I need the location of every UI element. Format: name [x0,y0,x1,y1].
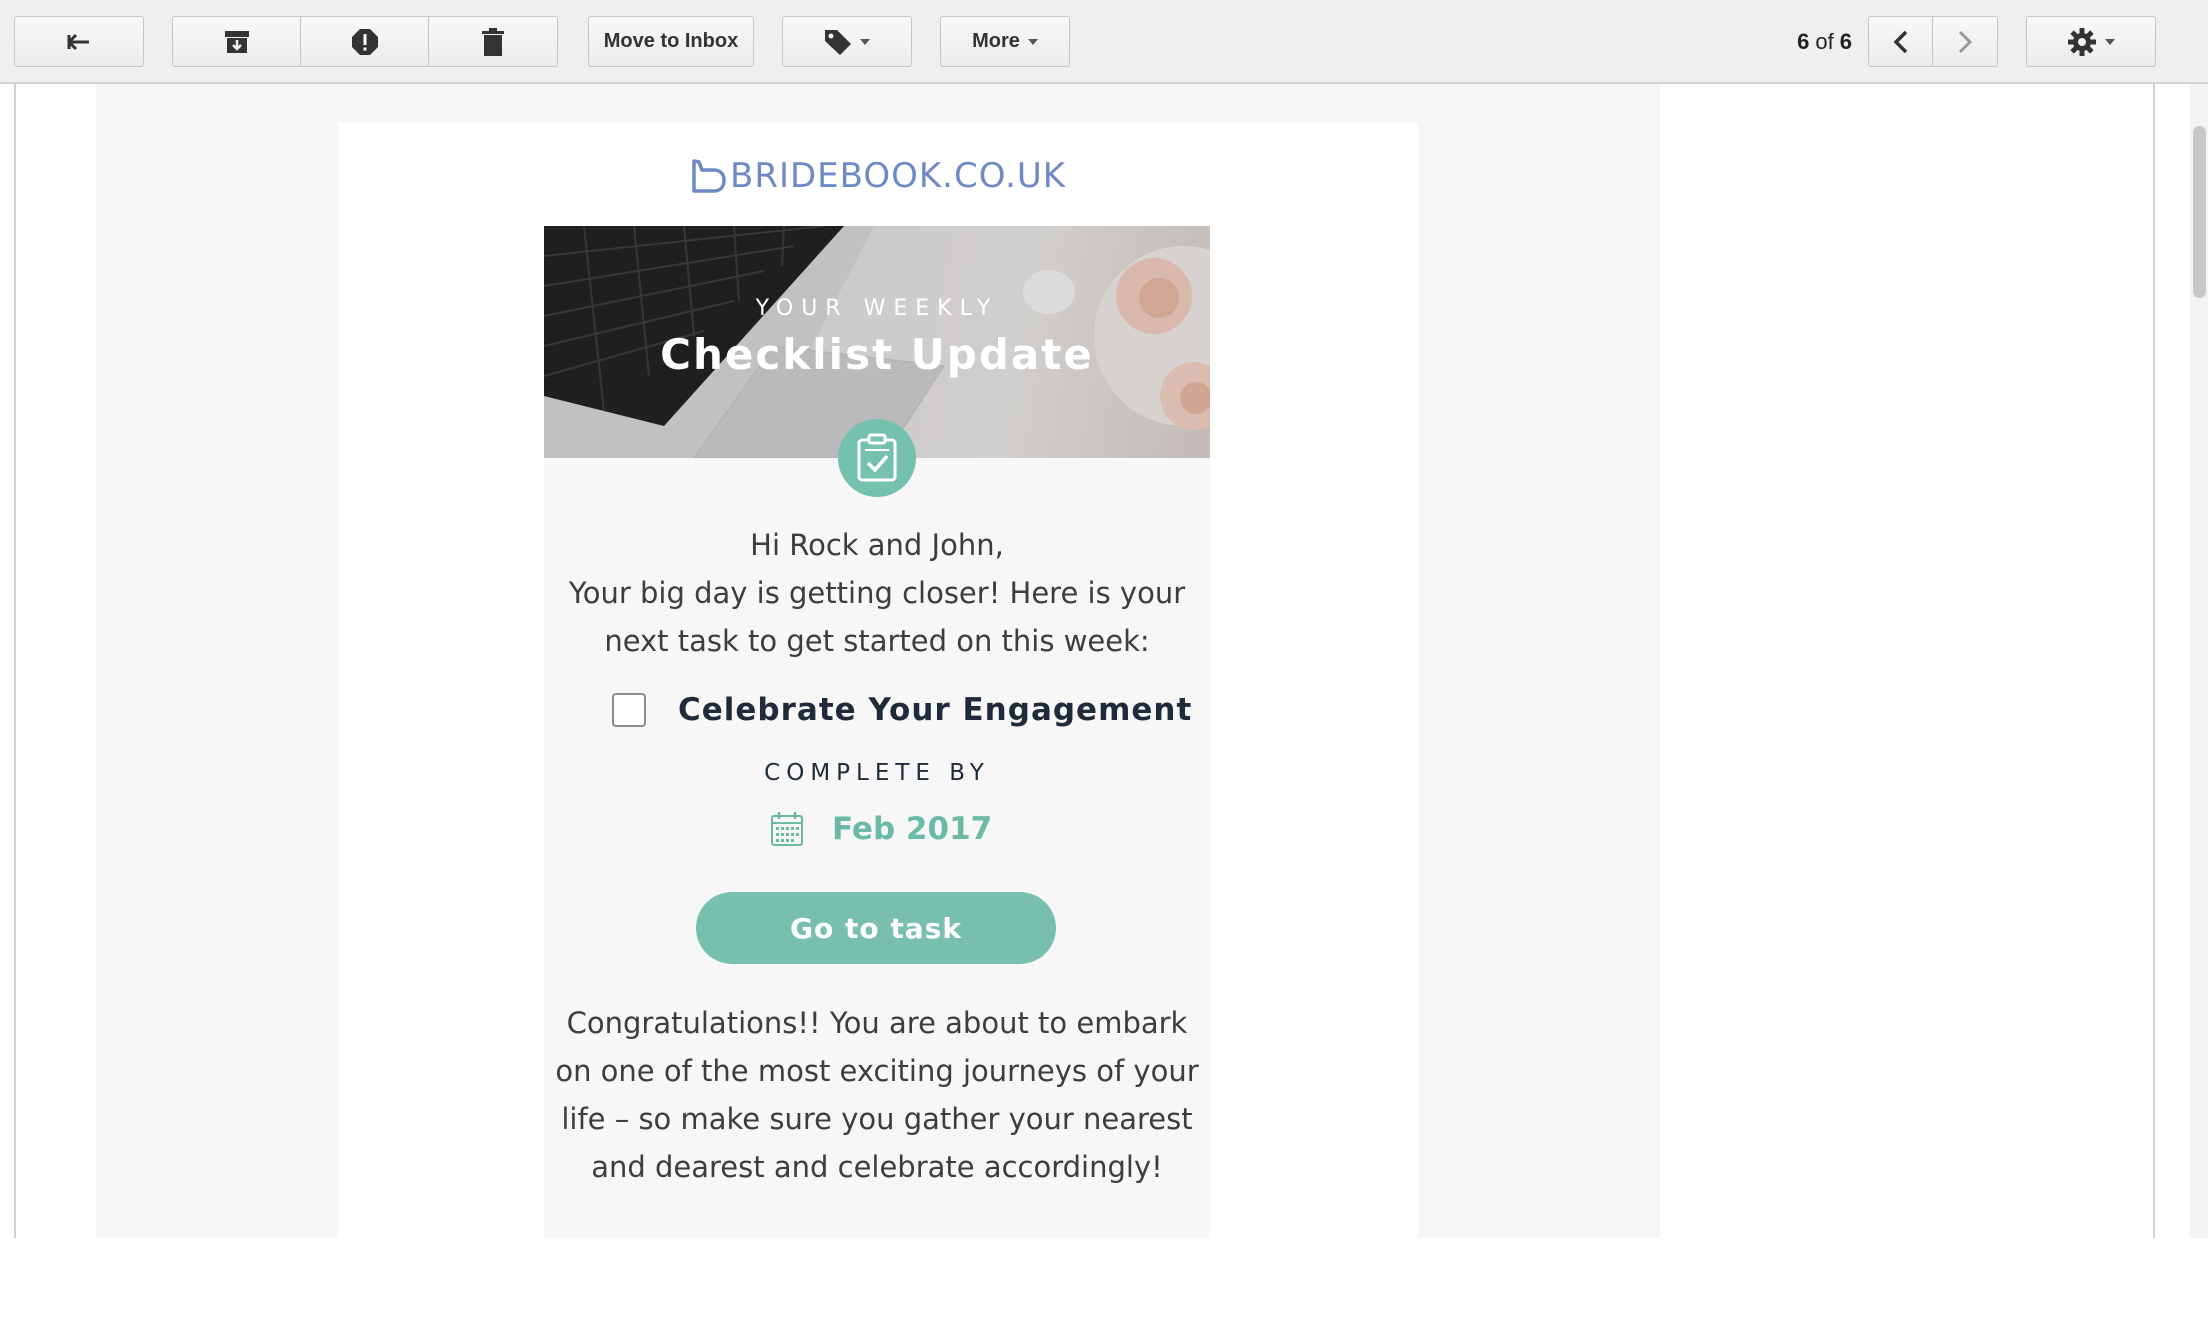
chevron-down-icon [1027,38,1038,45]
body-line-4: and dearest and celebrate accordingly! [591,1150,1163,1184]
newer-button[interactable] [1869,17,1933,66]
back-button[interactable] [14,16,144,67]
due-date: Feb 2017 [832,811,993,847]
checklist-badge [838,419,916,497]
pager-count: 6 of 6 [1797,16,1852,67]
logo-text: BRIDEBOOK.CO.UK [730,156,1067,196]
intro-line-1: Your big day is getting closer! Here is … [568,576,1186,610]
task-checkbox[interactable] [612,693,646,727]
settings-button[interactable] [2026,16,2156,67]
go-to-task-button[interactable]: Go to task [696,892,1056,964]
intro-line-2: next task to get started on this week: [604,624,1150,658]
chevron-down-icon [860,38,870,45]
back-arrow-icon [67,33,89,50]
task-item: Celebrate Your Engagement [612,686,1192,734]
scrollbar-thumb[interactable] [2193,126,2206,298]
more-dropdown-button[interactable]: More [940,16,1070,67]
pager-of: of [1815,28,1834,54]
report-spam-icon [351,28,378,55]
hero-subtitle: YOUR WEEKLY [755,296,999,321]
move-to-inbox-label: Move to Inbox [603,30,739,52]
due-date-row: Feb 2017 [770,806,992,852]
move-to-inbox-button[interactable]: Move to Inbox [588,16,754,67]
delete-button[interactable] [429,17,557,66]
chevron-down-icon [2105,38,2115,45]
more-label: More [972,30,1020,52]
task-title: Celebrate Your Engagement [678,692,1193,728]
body-line-1: Congratulations!! You are about to embar… [566,1006,1188,1040]
hero-title: Checklist Update [660,330,1094,379]
complete-by-label: COMPLETE BY [764,760,990,786]
bridebook-logo-icon [692,159,726,193]
label-tag-icon [825,29,851,55]
clipboard-check-icon [857,433,897,482]
greeting: Hi Rock and John, [750,528,1004,562]
labels-dropdown-button[interactable] [782,16,912,67]
body-line-2: on one of the most exciting journeys of … [555,1054,1199,1088]
bridebook-logo[interactable]: BRIDEBOOK.CO.UK [690,150,1070,202]
chevron-right-icon [1958,30,1973,53]
archive-button[interactable] [173,17,301,66]
chevron-left-icon [1893,30,1907,53]
toolbar: Move to Inbox More 6 of 6 [0,0,2208,84]
calendar-icon [771,812,803,846]
body-line-3: life – so make sure you gather your near… [561,1102,1193,1136]
gear-icon [2068,27,2096,56]
pager-total: 6 [1839,28,1852,54]
older-button[interactable] [1933,17,1997,66]
archive-icon [224,30,249,53]
pager-current: 6 [1797,28,1810,54]
pager-nav-group [1868,16,1998,67]
trash-icon [482,27,504,56]
report-spam-button[interactable] [301,17,429,66]
action-button-group [172,16,558,67]
